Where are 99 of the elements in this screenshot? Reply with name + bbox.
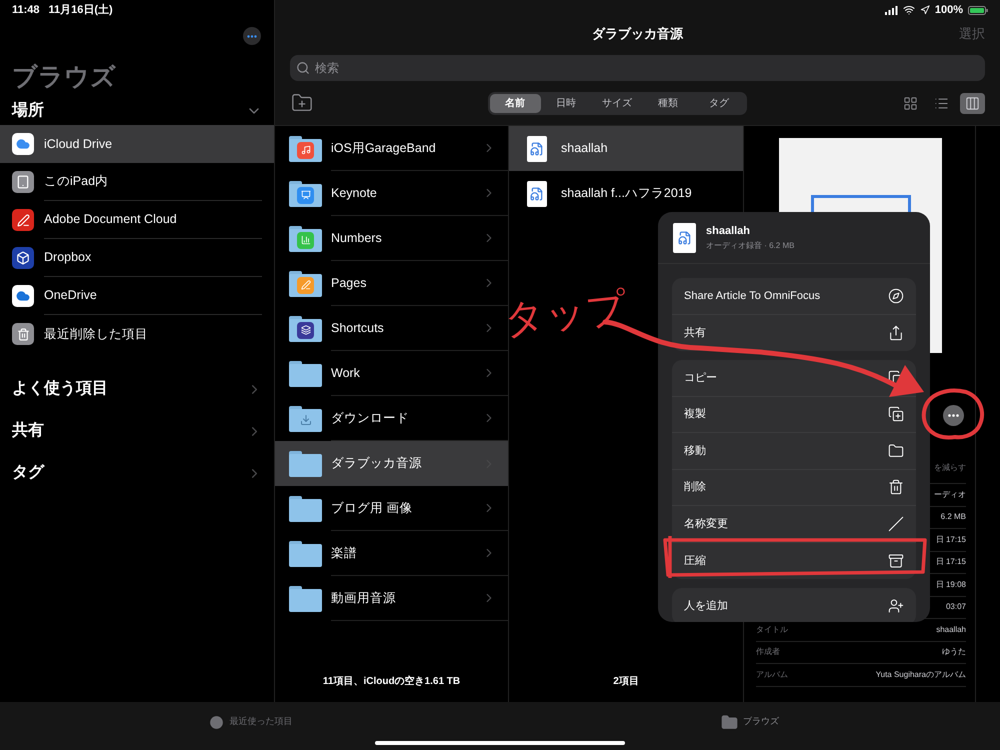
location-item[interactable]: Dropbox — [0, 239, 274, 277]
folder-icon — [289, 406, 322, 432]
status-time: 11:48 — [12, 2, 40, 18]
detail-value: 6.2 MB — [940, 511, 966, 524]
addperson-icon — [888, 598, 904, 614]
compass-icon — [888, 288, 904, 304]
folder-row[interactable]: Shortcuts — [275, 306, 508, 351]
folder-icon — [289, 316, 322, 342]
file-row[interactable]: shaallah — [509, 126, 743, 171]
sort-tab[interactable]: サイズ — [592, 94, 642, 112]
menu-file-info: オーディオ録音 · 6.2 MB — [706, 240, 794, 252]
location-icon — [12, 171, 34, 193]
audio-file-icon — [527, 136, 547, 162]
sort-tab[interactable]: 名前 — [490, 94, 540, 112]
folder-row[interactable]: Pages — [275, 261, 508, 306]
detail-value: 日 19:08 — [936, 578, 966, 591]
sort-tab[interactable]: 種類 — [642, 94, 694, 112]
folder-row[interactable]: ブログ用 画像 — [275, 486, 508, 531]
duplicate-icon — [888, 406, 904, 422]
folder-row[interactable]: 楽譜 — [275, 531, 508, 576]
item-count: 2項目 — [613, 675, 639, 689]
detail-value: 日 17:15 — [936, 534, 966, 546]
detail-value: ーディオ — [934, 488, 966, 501]
folder-icon — [289, 180, 322, 206]
location-icon — [12, 323, 34, 345]
folder-row[interactable]: Numbers — [275, 216, 508, 261]
audio-file-icon — [673, 222, 696, 252]
battery-icon — [968, 6, 988, 14]
menu-item[interactable]: 圧縮 — [672, 542, 916, 579]
location-item[interactable]: 最近削除した項目 — [0, 315, 274, 353]
location-icon — [12, 209, 34, 231]
sidebar-section[interactable]: 共有 — [12, 410, 262, 452]
grid-view-icon — [903, 96, 918, 110]
menu-item[interactable]: 共有 — [672, 314, 916, 351]
menu-item[interactable]: 移動 — [672, 433, 916, 470]
detail-value: 日 17:15 — [936, 556, 966, 568]
detail-value: ゆうた — [942, 646, 966, 658]
detail-action[interactable]: を減らす — [934, 462, 966, 474]
detail-label: アルバム — [756, 668, 788, 681]
detail-value: shaallah — [936, 624, 966, 636]
folder-icon — [289, 136, 322, 162]
folder-row[interactable]: iOS用GarageBand — [275, 126, 508, 171]
rename-icon — [888, 516, 904, 532]
detail-label: 作成者 — [756, 646, 780, 658]
menu-item[interactable]: 名称変更 — [672, 506, 916, 542]
folder-row[interactable]: ダラブッカ音源 — [275, 441, 508, 486]
compress-icon — [888, 552, 904, 569]
battery-percent: 100% — [934, 2, 963, 18]
search-field[interactable]: 検索 — [290, 55, 985, 81]
menu-item[interactable]: 人を追加 — [672, 588, 916, 622]
location-item[interactable]: OneDrive — [0, 277, 274, 315]
detail-value: 03:07 — [946, 601, 966, 614]
move-icon — [888, 442, 904, 459]
search-icon — [296, 61, 310, 75]
location-item[interactable]: Adobe Document Cloud — [0, 201, 274, 239]
folder-icon — [289, 496, 322, 522]
menu-item[interactable]: Share Article To OmniFocus — [672, 278, 916, 314]
tab-bar-item[interactable]: 最近使った項目 — [208, 712, 292, 732]
location-icon — [12, 247, 34, 269]
folder-icon — [289, 226, 322, 252]
locations-header[interactable]: 場所 — [12, 97, 262, 125]
folder-icon — [289, 540, 322, 566]
item-count: 11項目、iCloudの空き1.61 TB — [322, 674, 460, 689]
menu-file-name: shaallah — [706, 224, 752, 240]
location-icon — [12, 133, 34, 155]
location-icon — [12, 285, 34, 307]
folder-icon — [289, 270, 322, 296]
sort-tab[interactable]: タグ — [694, 94, 744, 112]
folder-icon — [721, 714, 738, 730]
sidebar-title: ブラウズ — [11, 62, 117, 93]
columns-view-icon — [965, 96, 980, 110]
folder-icon — [289, 586, 322, 612]
delete-icon — [888, 479, 904, 496]
detail-label: タイトル — [756, 624, 788, 636]
new-folder-icon[interactable] — [290, 92, 314, 114]
more-icon — [247, 34, 257, 38]
folder-row[interactable]: Work — [275, 351, 508, 396]
location-item[interactable]: このiPad内 — [0, 163, 274, 201]
status-date: 11月16日(土) — [48, 2, 113, 18]
menu-item[interactable]: 複製 — [672, 396, 916, 433]
location-icon — [920, 5, 930, 15]
sidebar-section[interactable]: タグ — [12, 452, 262, 494]
more-button[interactable] — [243, 27, 261, 45]
tab-bar-item[interactable]: ブラウズ — [721, 712, 779, 732]
audio-file-icon — [527, 180, 547, 206]
share-icon — [888, 324, 904, 341]
signal-icon — [884, 6, 898, 14]
folder-row[interactable]: 動画用音源 — [275, 576, 508, 621]
folder-icon — [289, 450, 322, 476]
detail-value: Yuta Sugiharaのアルバム — [876, 668, 966, 681]
location-item[interactable]: iCloud Drive — [0, 125, 274, 163]
sort-tab[interactable]: 日時 — [540, 94, 592, 112]
sidebar-section[interactable]: よく使う項目 — [12, 368, 262, 410]
folder-title: ダラブッカ音源 — [592, 25, 683, 44]
more-icon — [948, 414, 959, 417]
folder-row[interactable]: Keynote — [275, 171, 508, 216]
folder-icon — [289, 360, 322, 386]
menu-item[interactable]: 削除 — [672, 470, 916, 506]
columns-view-button[interactable] — [960, 92, 985, 114]
